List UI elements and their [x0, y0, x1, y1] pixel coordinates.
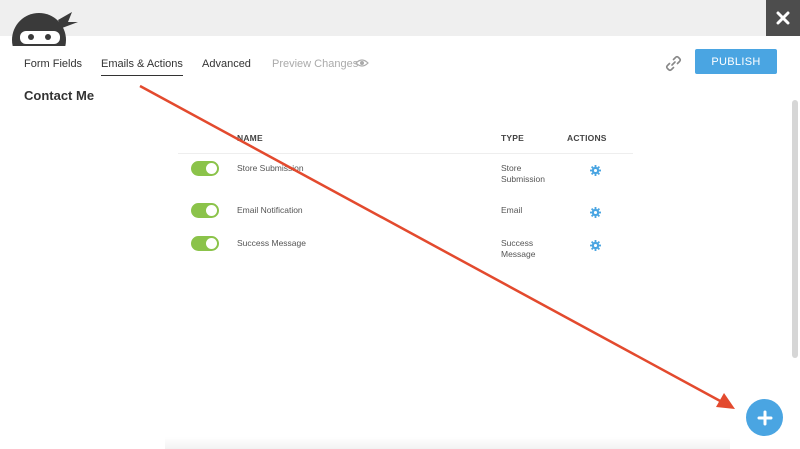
publish-button[interactable]: PUBLISH [695, 49, 777, 74]
column-header-name: NAME [237, 133, 263, 143]
gear-icon[interactable] [590, 240, 601, 251]
divider [178, 153, 633, 154]
action-type: Store Submission [501, 163, 545, 184]
close-button[interactable] [766, 0, 800, 36]
tab-preview-changes[interactable]: Preview Changes [272, 58, 358, 70]
link-icon[interactable] [665, 55, 682, 72]
action-type: Success Message [501, 238, 536, 259]
gear-icon[interactable] [590, 207, 601, 218]
tab-form-fields[interactable]: Form Fields [24, 58, 82, 70]
gear-icon[interactable] [590, 165, 601, 176]
action-name[interactable]: Email Notification [237, 205, 303, 216]
close-icon [776, 11, 790, 25]
column-header-type: TYPE [501, 133, 525, 143]
eye-icon[interactable] [355, 58, 369, 68]
scrollbar[interactable] [792, 100, 798, 358]
top-bar [0, 0, 800, 46]
add-action-button[interactable] [746, 399, 783, 436]
action-type: Email [501, 205, 523, 215]
form-title: Contact Me [24, 88, 95, 103]
action-name[interactable]: Success Message [237, 238, 306, 249]
action-toggle[interactable] [191, 203, 219, 218]
action-name[interactable]: Store Submission [237, 163, 304, 174]
plus-icon [757, 410, 772, 425]
column-header-actions: ACTIONS [567, 133, 607, 143]
ninja-logo-icon [12, 6, 82, 46]
footer-shadow [165, 437, 730, 449]
action-toggle[interactable] [191, 236, 219, 251]
tab-advanced[interactable]: Advanced [202, 58, 251, 70]
tab-emails-actions[interactable]: Emails & Actions [101, 58, 183, 76]
action-toggle[interactable] [191, 161, 219, 176]
